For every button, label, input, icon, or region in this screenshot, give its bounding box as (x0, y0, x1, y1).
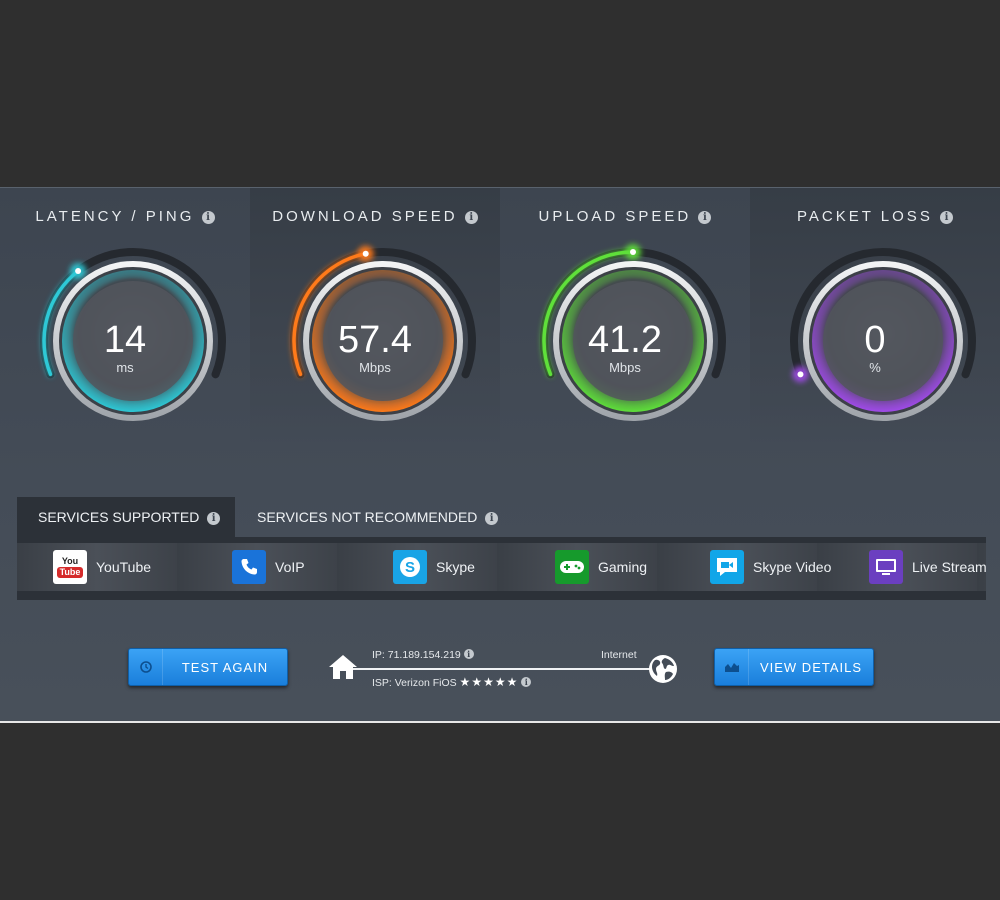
latency-unit: ms (116, 360, 134, 375)
button-label: TEST AGAIN (181, 659, 269, 675)
star-icon: ★ (483, 675, 494, 689)
video-chat-icon (710, 550, 744, 584)
upload-value: 41.2 (588, 319, 662, 361)
connection-info: IP: 71.189.154.219 i Internet ISP: Veriz… (328, 646, 678, 690)
service-label: VoIP (275, 559, 305, 575)
youtube-icon: You Tube (53, 550, 87, 584)
download-unit: Mbps (359, 360, 391, 375)
chart-icon (715, 649, 749, 685)
info-icon[interactable]: i (521, 677, 532, 687)
service-item-skype-video: Skype Video (710, 543, 831, 591)
service-item-skype: S Skype (393, 543, 475, 591)
button-label: VIEW DETAILS (759, 659, 863, 675)
tab-label: SERVICES SUPPORTED (38, 509, 200, 525)
service-item-voip: VoIP (232, 543, 305, 591)
info-icon[interactable]: i (207, 512, 221, 525)
test-again-button[interactable]: TEST AGAIN (128, 648, 288, 686)
latency-value: 14 (103, 319, 147, 361)
service-label: Skype (436, 559, 475, 575)
service-item-gaming: Gaming (555, 543, 647, 591)
isp-rating: ★★★★★ (459, 675, 519, 689)
upload-unit: Mbps (609, 360, 641, 375)
services-tabs: SERVICES SUPPORTED i SERVICES NOT RECOMM… (17, 497, 986, 537)
home-icon (329, 655, 357, 679)
gauge-packet-loss: PACKET LOSS i 0 % (750, 188, 1000, 448)
star-icon: ★ (506, 675, 518, 689)
gauge-indicator (630, 249, 636, 255)
info-icon[interactable]: i (463, 649, 474, 659)
history-icon (129, 649, 163, 685)
youtube-icon-text: You (61, 556, 79, 566)
packet-loss-gauge-dial (790, 248, 976, 421)
download-value: 57.4 (338, 319, 412, 361)
gauge-download: DOWNLOAD SPEED i 57.4 Mbps (250, 188, 500, 448)
skype-icon: S (393, 550, 427, 584)
svg-text:S: S (405, 559, 415, 576)
service-label: Gaming (598, 559, 648, 575)
monitor-icon (869, 550, 903, 584)
connection-line (353, 668, 651, 670)
gauge-upload: UPLOAD SPEED i 41.2 Mbps (500, 188, 750, 448)
service-label: Live Streami (912, 559, 986, 575)
download-gauge-dial (290, 245, 476, 421)
gamepad-icon (555, 550, 589, 584)
isp-name: ISP: Verizon FiOS (372, 677, 457, 689)
star-icon: ★ (494, 675, 506, 689)
tab-services-not-recommended[interactable]: SERVICES NOT RECOMMENDED i (236, 497, 519, 537)
packet-loss-value: 0 (864, 319, 886, 361)
info-icon[interactable]: i (485, 512, 499, 525)
globe-icon (649, 655, 677, 683)
latency-gauge-dial (40, 248, 226, 421)
internet-label: Internet (601, 649, 637, 661)
gauge-indicator (75, 267, 82, 274)
upload-gauge-dial (540, 244, 726, 421)
star-icon: ★ (471, 675, 483, 689)
services-list: You Tube YouTube VoIP S Skype Gaming Sky… (17, 537, 986, 600)
ip-address: IP: 71.189.154.219 (372, 649, 461, 661)
service-item-youtube: You Tube YouTube (53, 543, 151, 591)
service-label: YouTube (96, 559, 152, 575)
star-icon: ★ (459, 675, 471, 689)
service-label: Skype Video (753, 559, 832, 575)
packet-loss-unit: % (869, 360, 881, 375)
gauges-row: LATENCY / PING i 14 ms DOWNLOAD SPEED i … (0, 188, 1000, 448)
youtube-icon-text: Tube (57, 567, 83, 578)
gauge-latency: LATENCY / PING i 14 ms (0, 188, 250, 448)
speed-test-panel: LATENCY / PING i 14 ms DOWNLOAD SPEED i … (0, 187, 1000, 723)
service-item-live-streaming: Live Streami (869, 543, 986, 591)
gauge-indicator (362, 250, 369, 257)
tab-services-supported[interactable]: SERVICES SUPPORTED i (17, 497, 235, 537)
view-details-button[interactable]: VIEW DETAILS (714, 648, 874, 686)
tab-label: SERVICES NOT RECOMMENDED (257, 509, 478, 525)
phone-icon (232, 550, 266, 584)
